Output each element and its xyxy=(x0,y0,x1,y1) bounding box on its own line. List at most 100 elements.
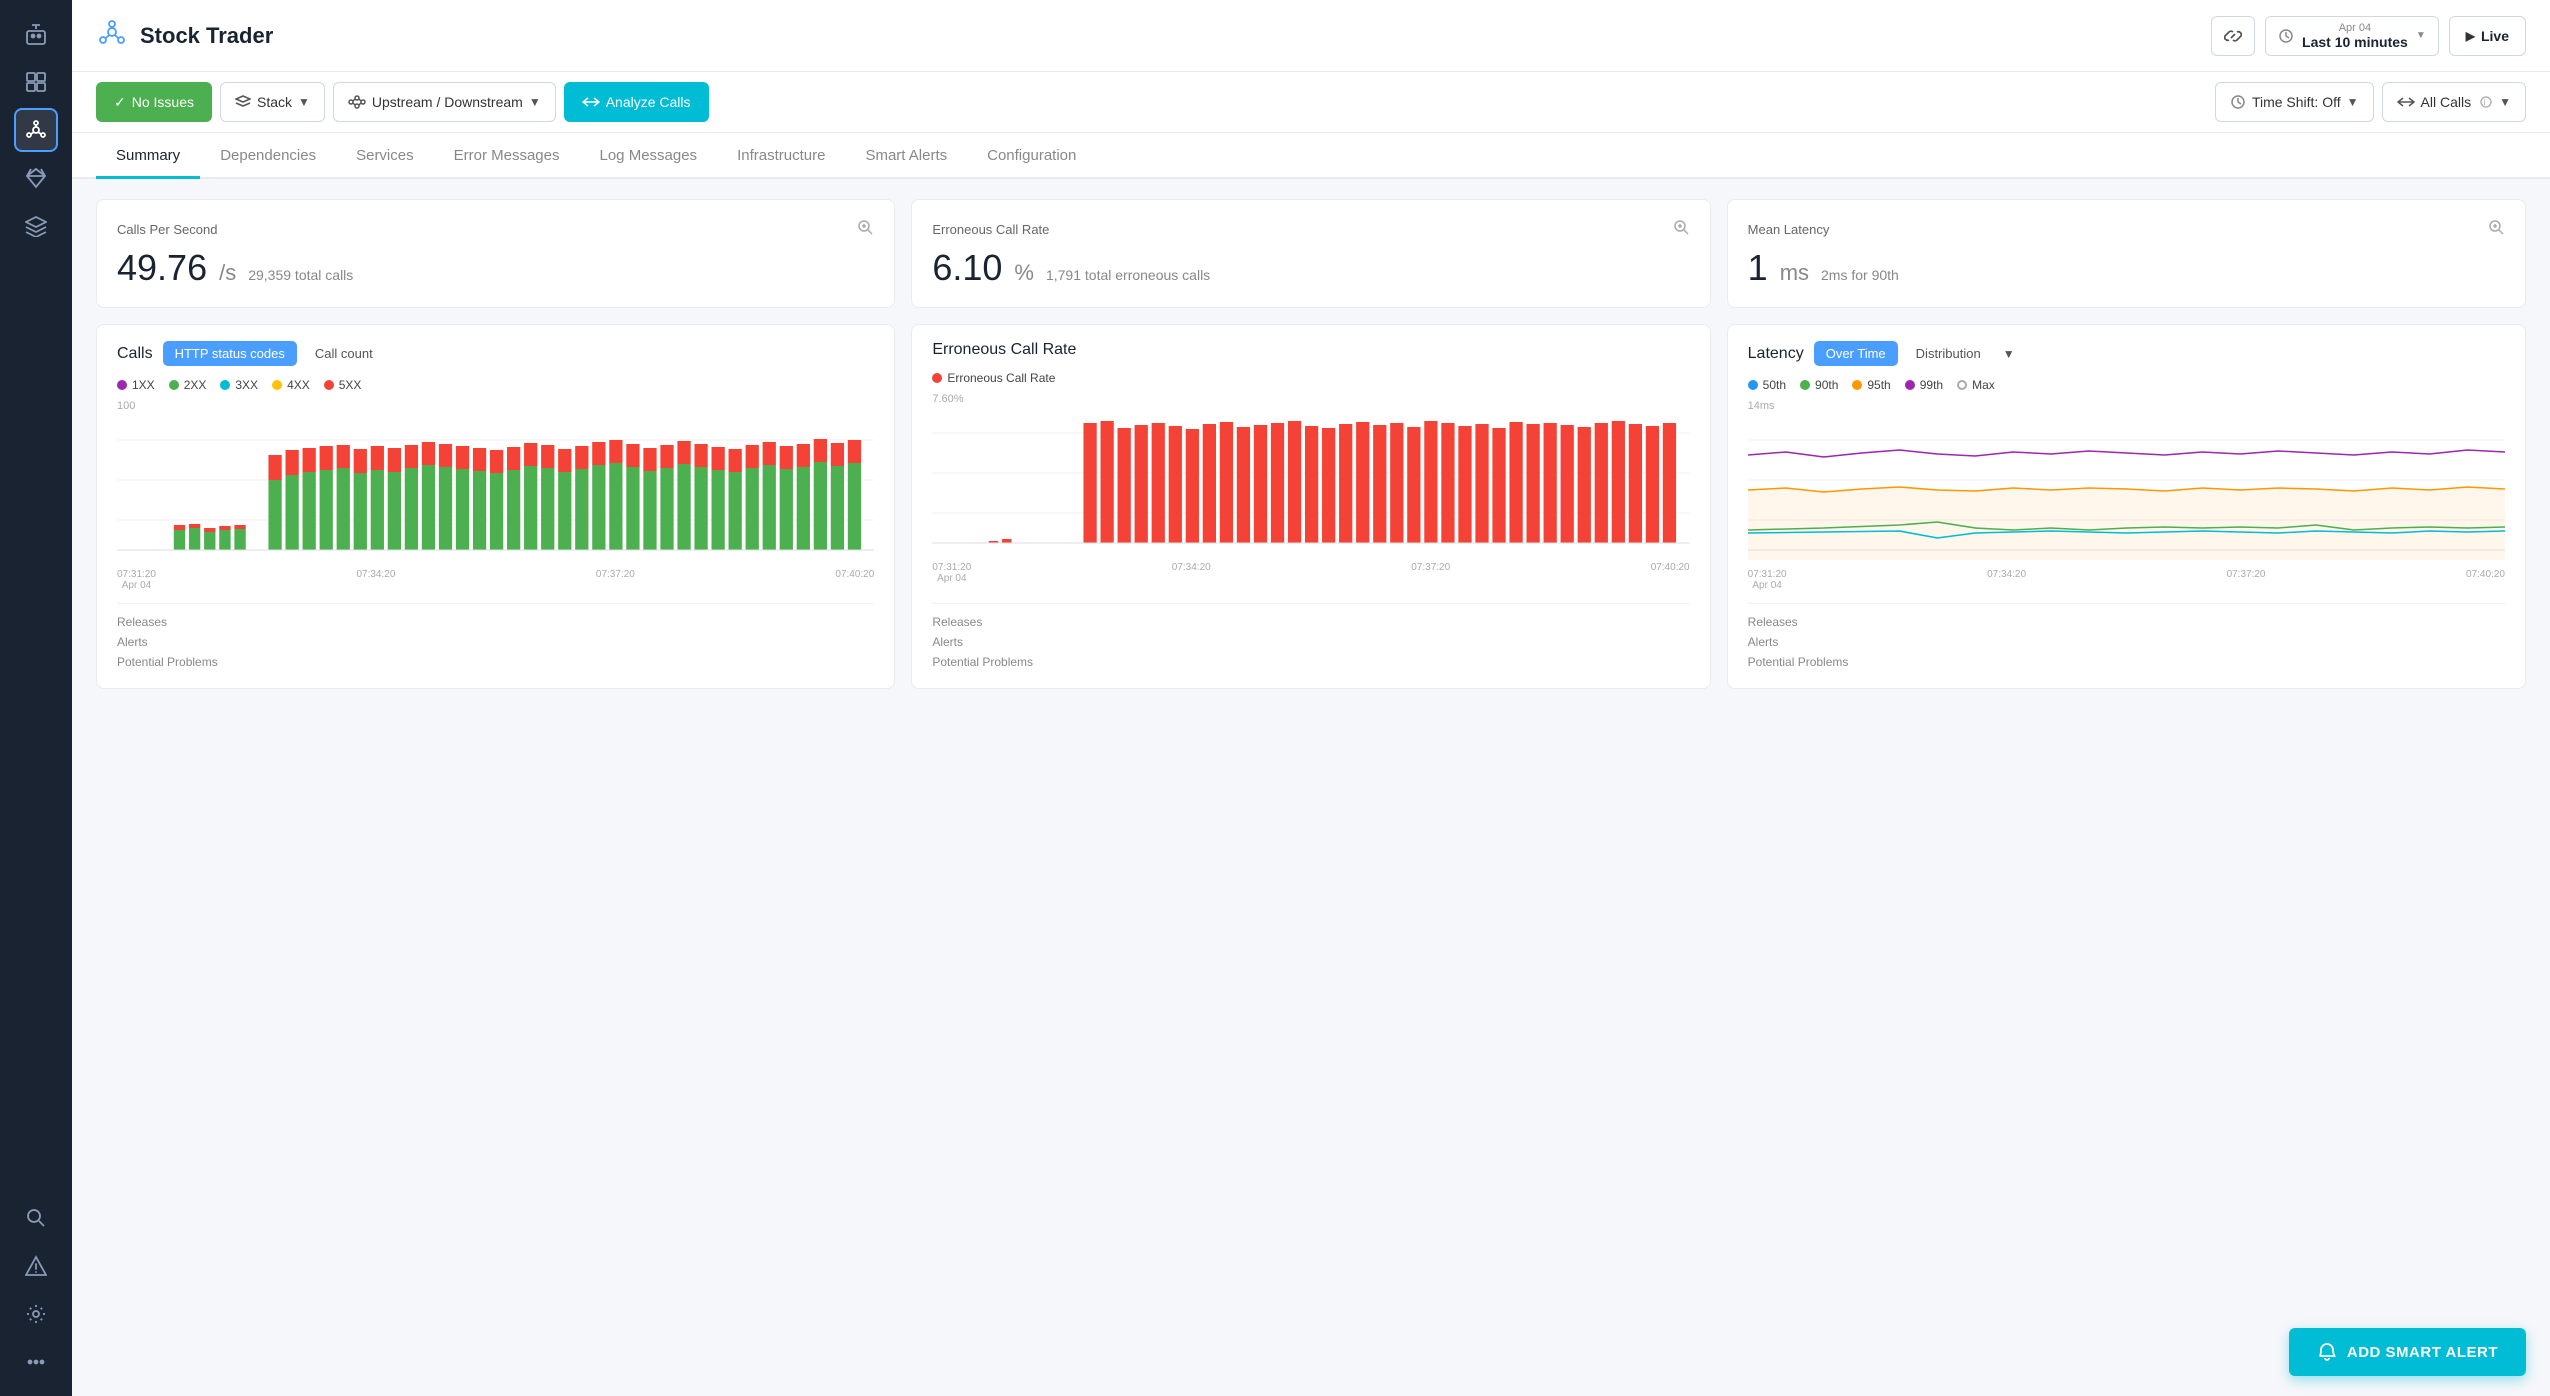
legend-max: Max xyxy=(1957,378,1995,392)
live-button[interactable]: ▶ Live xyxy=(2449,16,2526,56)
legend-dot-erroneous xyxy=(932,373,942,383)
tab-infrastructure[interactable]: Infrastructure xyxy=(717,133,845,179)
svg-text:i: i xyxy=(2484,98,2486,107)
tab-dependencies[interactable]: Dependencies xyxy=(200,133,336,179)
tab-summary[interactable]: Summary xyxy=(96,133,200,179)
layers-icon[interactable] xyxy=(14,204,58,248)
gem-icon[interactable] xyxy=(14,156,58,200)
page-title: Stock Trader xyxy=(140,23,273,49)
cps-label: Calls Per Second xyxy=(117,218,874,241)
settings-icon[interactable] xyxy=(14,1292,58,1336)
time-chevron-icon: ▼ xyxy=(2416,30,2426,41)
legend-circle-max xyxy=(1957,380,1967,390)
over-time-tab[interactable]: Over Time xyxy=(1814,341,1898,366)
erroneous-releases[interactable]: Releases xyxy=(932,612,1689,632)
header-right: Apr 04 Last 10 minutes ▼ ▶ Live xyxy=(2211,16,2526,56)
more-icon[interactable] xyxy=(14,1340,58,1384)
calls-legend: 1XX 2XX 3XX 4XX xyxy=(117,378,874,392)
ecr-value: 6.10 % 1,791 total erroneous calls xyxy=(932,247,1689,289)
latency-chart-card: Latency Over Time Distribution ▼ 50th 90… xyxy=(1727,324,2526,689)
no-issues-button[interactable]: ✓ No Issues xyxy=(96,82,212,122)
erroneous-y-label: 7.60% xyxy=(932,393,963,405)
time-info: Apr 04 Last 10 minutes xyxy=(2302,22,2408,50)
latency-chart-header: Latency Over Time Distribution ▼ xyxy=(1748,341,2505,366)
legend-50th: 50th xyxy=(1748,378,1786,392)
legend-dot-95th xyxy=(1852,380,1862,390)
erroneous-potential-problems[interactable]: Potential Problems xyxy=(932,652,1689,672)
calls-chart-card: Calls HTTP status codes Call count 1XX 2… xyxy=(96,324,895,689)
legend-dot-2xx xyxy=(169,380,179,390)
stack-button[interactable]: Stack ▼ xyxy=(220,82,325,122)
legend-dot-1xx xyxy=(117,380,127,390)
legend-dot-3xx xyxy=(220,380,230,390)
cps-value: 49.76 /s 29,359 total calls xyxy=(117,247,874,289)
tab-configuration[interactable]: Configuration xyxy=(967,133,1096,179)
time-picker[interactable]: Apr 04 Last 10 minutes ▼ xyxy=(2265,16,2439,56)
legend-2xx: 2XX xyxy=(169,378,207,392)
ml-label: Mean Latency xyxy=(1748,218,2505,241)
latency-chart-area: 14ms xyxy=(1748,400,2505,591)
tab-error-messages[interactable]: Error Messages xyxy=(434,133,580,179)
erroneous-rate-card: Erroneous Call Rate 6.10 % 1,791 total e… xyxy=(911,199,1710,308)
calls-per-second-card: Calls Per Second 49.76 /s 29,359 total c… xyxy=(96,199,895,308)
toolbar-left: ✓ No Issues Stack ▼ Upstrea xyxy=(96,82,709,122)
calls-potential-problems[interactable]: Potential Problems xyxy=(117,652,874,672)
latency-chart-footer: Releases Alerts Potential Problems xyxy=(1748,603,2505,672)
calls-alerts[interactable]: Alerts xyxy=(117,632,874,652)
robot-icon[interactable] xyxy=(14,12,58,56)
mean-latency-card: Mean Latency 1 ms 2ms for 90th xyxy=(1727,199,2526,308)
calls-chart-header: Calls HTTP status codes Call count xyxy=(117,341,874,366)
ecr-zoom-icon[interactable] xyxy=(1672,218,1690,241)
legend-dot-4xx xyxy=(272,380,282,390)
calls-chart-area: 100 xyxy=(117,400,874,591)
calls-y-label: 100 xyxy=(117,400,135,412)
header: Stock Trader Apr 04 Last 10 minutes ▼ xyxy=(72,0,2550,72)
cps-zoom-icon[interactable] xyxy=(856,218,874,241)
analyze-calls-button[interactable]: Analyze Calls xyxy=(564,82,709,122)
charts-row: Calls HTTP status codes Call count 1XX 2… xyxy=(96,324,2526,689)
erroneous-chart-card: Erroneous Call Rate Erroneous Call Rate … xyxy=(911,324,1710,689)
time-shift-button[interactable]: Time Shift: Off ▼ xyxy=(2215,82,2374,122)
latency-releases[interactable]: Releases xyxy=(1748,612,2505,632)
tab-services[interactable]: Services xyxy=(336,133,434,179)
legend-3xx: 3XX xyxy=(220,378,258,392)
allcalls-chevron-icon: ▼ xyxy=(2499,95,2511,109)
search-icon[interactable] xyxy=(14,1196,58,1240)
distribution-tab[interactable]: Distribution xyxy=(1908,341,1989,366)
services-icon[interactable] xyxy=(14,108,58,152)
latency-potential-problems[interactable]: Potential Problems xyxy=(1748,652,2505,672)
legend-dot-5xx xyxy=(324,380,334,390)
check-icon: ✓ xyxy=(114,94,126,111)
erroneous-alerts[interactable]: Alerts xyxy=(932,632,1689,652)
legend-4xx: 4XX xyxy=(272,378,310,392)
tab-smart-alerts[interactable]: Smart Alerts xyxy=(845,133,967,179)
legend-99th: 99th xyxy=(1905,378,1943,392)
all-calls-button[interactable]: All Calls i ▼ xyxy=(2382,82,2526,122)
toolbar: ✓ No Issues Stack ▼ Upstrea xyxy=(72,72,2550,133)
erroneous-x-labels: 07:31:20Apr 04 07:34:20 07:37:20 07:40:2… xyxy=(932,562,1689,584)
calls-chart-svg xyxy=(117,400,874,560)
call-count-tab[interactable]: Call count xyxy=(307,341,381,366)
alert-triangle-icon[interactable] xyxy=(14,1244,58,1288)
http-status-tab[interactable]: HTTP status codes xyxy=(163,341,297,366)
latency-chevron-icon[interactable]: ▼ xyxy=(2003,347,2015,361)
add-smart-alert-button[interactable]: ADD SMART ALERT xyxy=(2289,1328,2526,1376)
calls-chart-footer: Releases Alerts Potential Problems xyxy=(117,603,874,672)
calls-x-labels: 07:31:20Apr 04 07:34:20 07:37:20 07:40:2… xyxy=(117,569,874,591)
upstream-downstream-button[interactable]: Upstream / Downstream ▼ xyxy=(333,82,556,122)
legend-erroneous: Erroneous Call Rate xyxy=(932,371,1055,385)
ml-zoom-icon[interactable] xyxy=(2487,218,2505,241)
latency-legend: 50th 90th 95th 99th xyxy=(1748,378,2505,392)
dashboard-icon[interactable] xyxy=(14,60,58,104)
timeshift-chevron-icon: ▼ xyxy=(2347,95,2359,109)
sidebar xyxy=(0,0,72,1396)
upstream-chevron-icon: ▼ xyxy=(529,95,541,109)
header-left: Stock Trader xyxy=(96,16,273,55)
ml-value: 1 ms 2ms for 90th xyxy=(1748,247,2505,289)
latency-alerts[interactable]: Alerts xyxy=(1748,632,2505,652)
tab-log-messages[interactable]: Log Messages xyxy=(580,133,718,179)
calls-releases[interactable]: Releases xyxy=(117,612,874,632)
metrics-row: Calls Per Second 49.76 /s 29,359 total c… xyxy=(96,199,2526,308)
link-button[interactable] xyxy=(2211,16,2255,56)
erroneous-chart-area: 7.60% xyxy=(932,393,1689,591)
